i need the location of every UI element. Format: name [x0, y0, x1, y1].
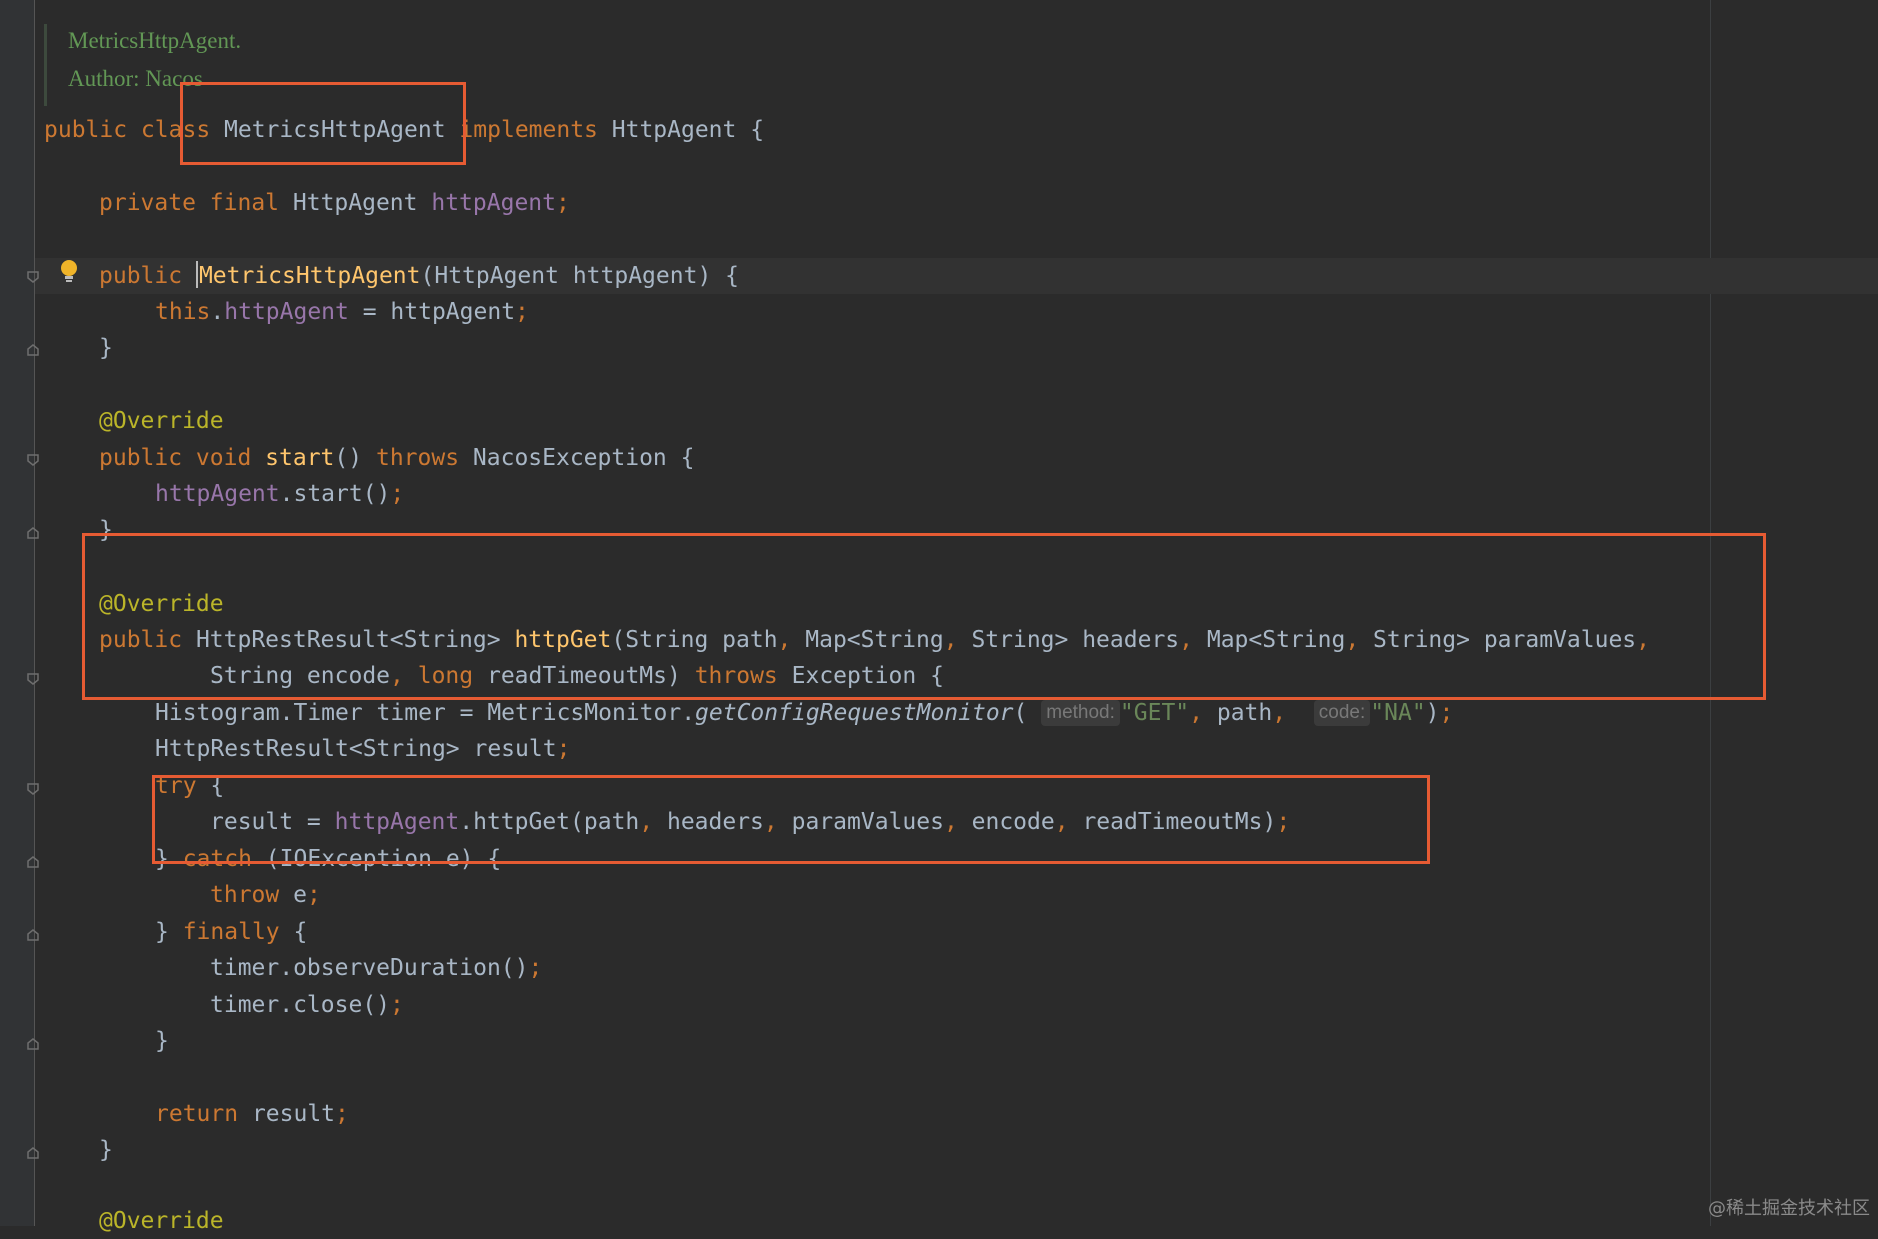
code-token: ,: [1272, 700, 1314, 726]
doc-comment-bar: [44, 24, 47, 106]
code-token: path: [1216, 700, 1273, 726]
code-token: {: [279, 919, 308, 945]
code-token: NacosException {: [472, 445, 695, 471]
highlight-box-httpget-call: [152, 775, 1430, 864]
code-line-close[interactable]: }: [99, 1132, 113, 1168]
fold-marker-icon[interactable]: [26, 343, 40, 357]
code-token: HttpRestResult<String> result: [155, 736, 557, 762]
code-token: .start(): [279, 481, 391, 507]
fold-marker-icon[interactable]: [26, 453, 40, 467]
code-line-close[interactable]: }: [155, 1023, 169, 1059]
code-token: "GET": [1119, 700, 1190, 726]
fold-marker-icon[interactable]: [26, 270, 40, 284]
code-line-constructor[interactable]: public MetricsHttpAgent(HttpAgent httpAg…: [99, 258, 739, 294]
code-token: throws: [375, 445, 473, 471]
code-line-annotation[interactable]: @Override: [99, 1203, 224, 1239]
highlight-box-httpget-signature: [82, 533, 1766, 700]
code-token: ;: [515, 299, 529, 325]
lightbulb-icon[interactable]: [60, 259, 78, 285]
code-token: (): [334, 445, 376, 471]
code-token: ;: [306, 882, 321, 908]
code-token: finally: [182, 919, 280, 945]
code-token: start: [265, 445, 335, 471]
code-line-timer[interactable]: Histogram.Timer timer = MetricsMonitor.g…: [155, 695, 1453, 731]
code-token: private final: [99, 190, 293, 216]
parameter-hint: method:: [1041, 700, 1120, 726]
fold-marker-icon[interactable]: [26, 928, 40, 942]
fold-marker-icon[interactable]: [26, 855, 40, 869]
code-line-start-method[interactable]: public void start() throws NacosExceptio…: [99, 440, 694, 476]
fold-marker-icon[interactable]: [26, 526, 40, 540]
watermark: @稀土掘金技术社区: [1708, 1198, 1870, 1219]
code-token: }: [155, 919, 183, 945]
code-token: throw: [210, 882, 294, 908]
code-token: ;: [335, 1101, 349, 1127]
code-token: ;: [528, 955, 543, 981]
code-token: }: [155, 1028, 169, 1054]
fold-marker-icon[interactable]: [26, 672, 40, 686]
code-token: e: [293, 882, 307, 908]
doc-comment-line-1: MetricsHttpAgent.: [68, 28, 242, 53]
code-line-start-call[interactable]: httpAgent.start();: [155, 476, 404, 512]
highlight-box-class-name: [180, 82, 466, 165]
code-line-assign[interactable]: this.httpAgent = httpAgent;: [155, 294, 529, 330]
code-token: implements: [445, 117, 612, 143]
code-token: = httpAgent: [348, 299, 516, 325]
code-token: ): [1425, 700, 1440, 726]
code-line-finally[interactable]: } finally {: [155, 914, 307, 950]
code-token: ;: [556, 736, 571, 762]
code-token: getConfigRequestMonitor: [695, 700, 1014, 726]
code-token: return: [155, 1101, 252, 1127]
code-token: ,: [1189, 700, 1217, 726]
code-token: HttpAgent: [292, 190, 432, 216]
code-token: @Override: [99, 408, 224, 434]
code-token: httpAgent: [155, 481, 280, 507]
code-token: public void: [99, 445, 266, 471]
code-token: (HttpAgent httpAgent) {: [420, 263, 740, 289]
code-token: result: [251, 1101, 336, 1127]
code-token: this: [155, 299, 211, 325]
constructor-name: MetricsHttpAgent: [198, 263, 421, 289]
code-token: }: [99, 1137, 113, 1163]
code-token: Histogram.Timer timer = MetricsMonitor.: [155, 700, 696, 726]
code-line-result-decl[interactable]: HttpRestResult<String> result;: [155, 731, 570, 767]
code-token: }: [99, 335, 113, 361]
code-token: HttpAgent {: [611, 117, 765, 143]
code-line-observe[interactable]: timer.observeDuration();: [210, 950, 542, 986]
parameter-hint: code:: [1313, 700, 1371, 726]
code-token: (: [1013, 700, 1042, 726]
code-token: ;: [390, 481, 405, 507]
code-token: httpAgent: [431, 190, 556, 216]
code-line-throw[interactable]: throw e;: [210, 877, 321, 913]
fold-marker-icon[interactable]: [26, 1146, 40, 1160]
code-token: .: [210, 299, 225, 325]
code-token: timer.close(): [210, 992, 391, 1018]
code-token: timer.observeDuration(): [210, 955, 529, 981]
fold-marker-icon[interactable]: [26, 782, 40, 796]
code-token: public: [99, 263, 196, 289]
code-line-close[interactable]: }: [99, 330, 113, 366]
code-token: ;: [1439, 700, 1454, 726]
code-token: ;: [390, 992, 404, 1018]
code-token: ;: [555, 190, 570, 216]
code-line-annotation[interactable]: @Override: [99, 403, 224, 439]
fold-marker-icon[interactable]: [26, 1037, 40, 1051]
code-token: "NA": [1370, 700, 1426, 726]
code-token: httpAgent: [224, 299, 349, 325]
code-line-field[interactable]: private final HttpAgent httpAgent;: [99, 185, 570, 221]
code-line-timer-close[interactable]: timer.close();: [210, 987, 404, 1023]
code-line-return[interactable]: return result;: [155, 1096, 349, 1132]
text-caret: [195, 261, 198, 288]
code-token: @Override: [99, 1208, 224, 1234]
